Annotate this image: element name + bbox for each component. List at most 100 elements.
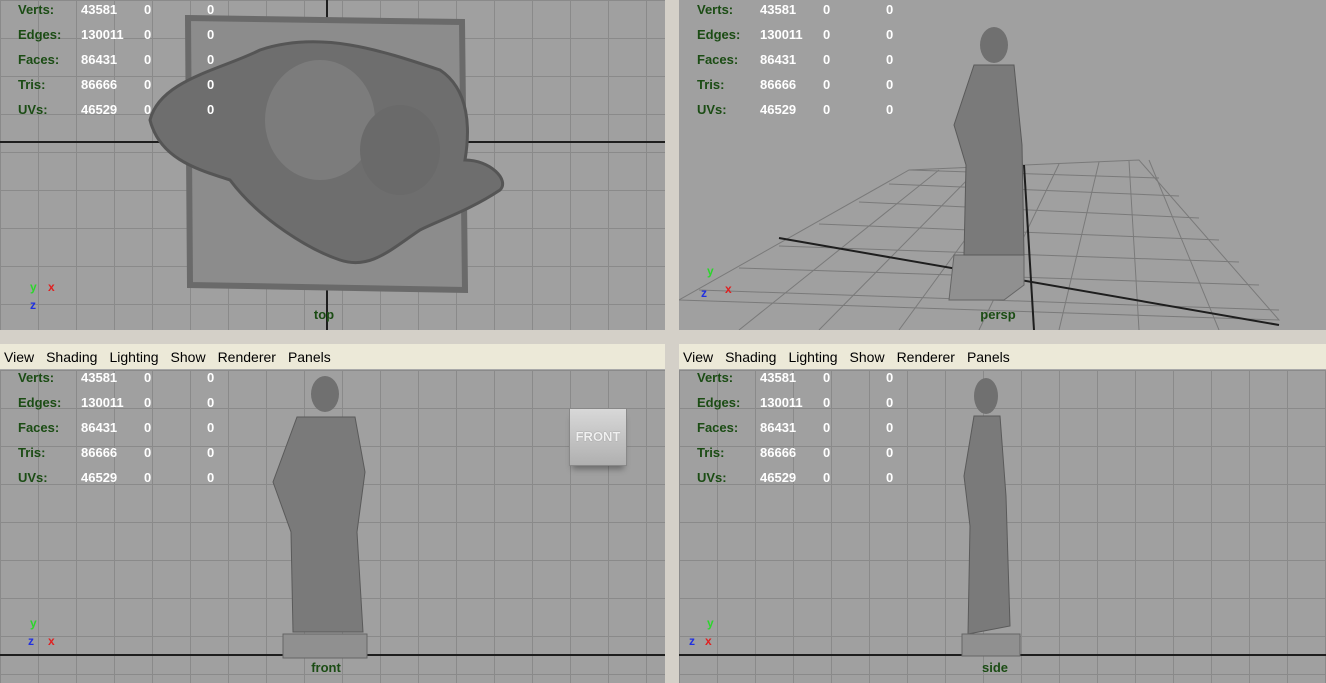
menu-shading[interactable]: Shading (725, 349, 776, 365)
view-cube[interactable]: FRONT (569, 408, 627, 466)
hud-value: 46529 (81, 470, 118, 485)
axis-x-label: x (725, 282, 732, 296)
hud-label: Tris: (697, 445, 725, 460)
hud-value: 0 (144, 395, 152, 410)
hud-value: 0 (144, 52, 152, 67)
menu-lighting[interactable]: Lighting (788, 349, 837, 365)
menu-show[interactable]: Show (850, 349, 885, 365)
hud-label: UVs: (18, 470, 48, 485)
hud-value: 43581 (81, 2, 118, 17)
axis-z-label: z (28, 634, 34, 648)
menu-lighting[interactable]: Lighting (109, 349, 158, 365)
hud-value: 86431 (760, 420, 797, 435)
menu-show[interactable]: Show (171, 349, 206, 365)
statue-top-view (148, 14, 504, 294)
hud-value: 0 (144, 27, 152, 42)
hud-value: 86666 (760, 77, 797, 92)
statue-side-view (961, 378, 1021, 657)
hud-value: 0 (144, 470, 152, 485)
hud-label: Verts: (697, 370, 734, 385)
hud-value: 0 (886, 395, 894, 410)
hud-value: 43581 (81, 370, 118, 385)
statue-persp-view (948, 27, 1025, 301)
menu-view[interactable]: View (683, 349, 713, 365)
hud-value: 0 (886, 445, 894, 460)
viewport-top[interactable]: Verts: 43581 0 0 Edges: 130011 0 0 Faces: 86431… (0, 0, 665, 330)
hud-value: 86431 (81, 420, 118, 435)
statue-front-view (272, 376, 368, 659)
menu-renderer[interactable]: Renderer (897, 349, 955, 365)
hud-value: 0 (207, 420, 215, 435)
view-cube-face-label: FRONT (575, 429, 621, 444)
hud-value: 0 (207, 52, 215, 67)
hud-value: 0 (823, 102, 831, 117)
hud-value: 0 (823, 470, 831, 485)
hud-value: 0 (886, 102, 894, 117)
menu-shading[interactable]: Shading (46, 349, 97, 365)
hud-value: 0 (823, 77, 831, 92)
viewport-front[interactable]: View Shading Lighting Show Renderer Pane… (0, 344, 665, 683)
hud-value: 0 (886, 420, 894, 435)
hud-value: 0 (823, 27, 831, 42)
hud-value: 46529 (760, 470, 797, 485)
hud-label: Edges: (18, 395, 62, 410)
hud-value: 0 (207, 2, 215, 17)
viewport-side[interactable]: View Shading Lighting Show Renderer Pane… (679, 344, 1326, 683)
hud-value: 0 (207, 27, 215, 42)
hud-value: 0 (144, 420, 152, 435)
hud-value: 86431 (760, 52, 797, 67)
hud-value: 0 (207, 445, 215, 460)
hud-value: 0 (207, 395, 215, 410)
hud-label: UVs: (697, 470, 727, 485)
hud-label: Verts: (18, 2, 55, 17)
hud-value: 46529 (760, 102, 797, 117)
hud-label: Edges: (18, 27, 62, 42)
hud-value: 0 (207, 370, 215, 385)
menu-panels[interactable]: Panels (967, 349, 1010, 365)
hud-value: 130011 (81, 395, 124, 410)
hud-label: UVs: (18, 102, 48, 117)
hud-label: Tris: (697, 77, 725, 92)
hud-label: Faces: (18, 420, 60, 435)
camera-name: top (313, 307, 335, 322)
axis-y-label: y (707, 264, 714, 278)
camera-name: persp (980, 307, 1016, 322)
hud-value: 0 (144, 370, 152, 385)
hud-value: 86666 (760, 445, 797, 460)
viewport-menubar: View Shading Lighting Show Renderer Pane… (679, 344, 1326, 370)
camera-name: side (981, 660, 1009, 675)
menu-panels[interactable]: Panels (288, 349, 331, 365)
axis-x-label: x (705, 634, 712, 648)
axis-y-label: y (707, 616, 714, 630)
hud-label: Faces: (18, 52, 60, 67)
axis-y-label: y (30, 616, 37, 630)
viewport-persp[interactable]: Verts: 43581 0 0 Edges: 130011 0 0 Faces: 86431… (679, 0, 1326, 330)
hud-label: Faces: (697, 52, 739, 67)
hud-value: 0 (144, 102, 152, 117)
axis-x-label: x (48, 280, 55, 294)
hud-value: 46529 (81, 102, 118, 117)
hud-value: 0 (823, 395, 831, 410)
hud-value: 0 (823, 2, 831, 17)
menu-renderer[interactable]: Renderer (218, 349, 276, 365)
hud-value: 0 (823, 420, 831, 435)
hud-value: 0 (207, 77, 215, 92)
viewport-menubar: View Shading Lighting Show Renderer Pane… (0, 344, 665, 370)
hud-value: 86431 (81, 52, 118, 67)
menu-view[interactable]: View (4, 349, 34, 365)
hud-value: 0 (886, 370, 894, 385)
hud-value: 43581 (760, 370, 797, 385)
axis-z-label: z (701, 286, 707, 300)
hud-value: 0 (144, 445, 152, 460)
axis-y-label: y (30, 280, 37, 294)
hud-value: 0 (886, 52, 894, 67)
hud-value: 0 (886, 2, 894, 17)
camera-name: front (311, 660, 341, 675)
hud-value: 86666 (81, 77, 118, 92)
hud-value: 0 (207, 102, 215, 117)
hud-value: 0 (886, 470, 894, 485)
hud-value: 0 (886, 27, 894, 42)
hud-value: 86666 (81, 445, 118, 460)
hud-label: Verts: (697, 2, 734, 17)
hud-value: 43581 (760, 2, 797, 17)
